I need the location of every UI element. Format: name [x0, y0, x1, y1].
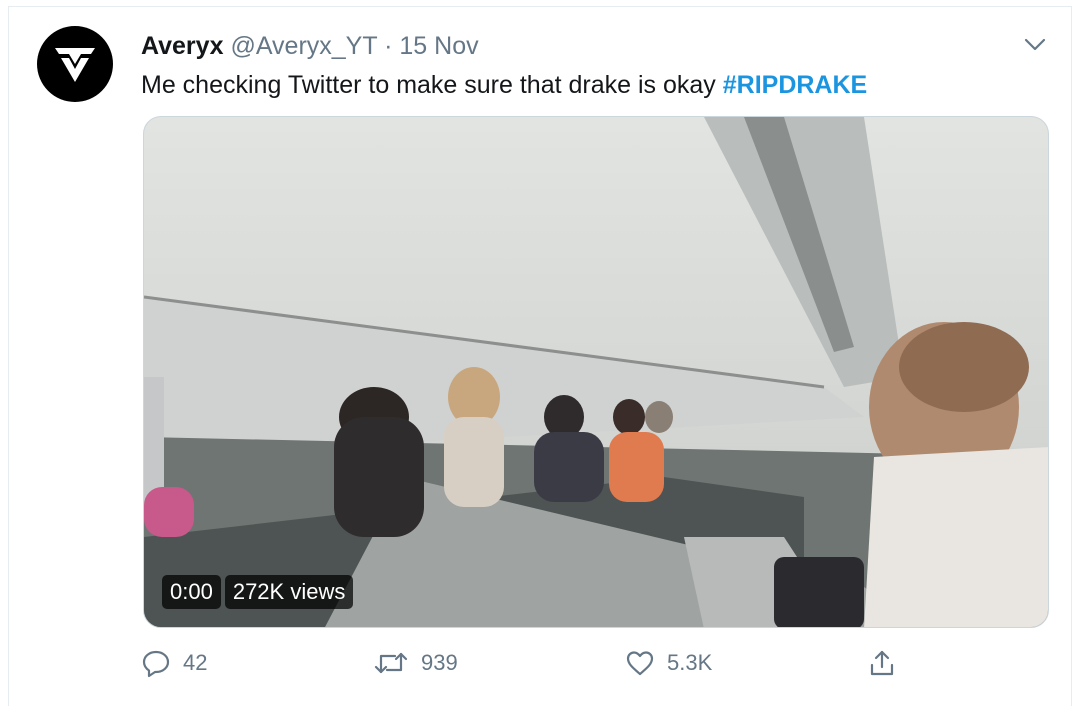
- avatar[interactable]: [37, 26, 113, 102]
- tweet-card[interactable]: Averyx @Averyx_YT · 15 Nov Me checking T…: [8, 6, 1072, 706]
- video-player[interactable]: 0:00 272K views: [143, 116, 1049, 628]
- tweet-text: Me checking Twitter to make sure that dr…: [141, 69, 867, 101]
- retweet-button[interactable]: 939: [373, 648, 458, 678]
- video-overlay: 0:00 272K views: [162, 575, 354, 609]
- averyx-logo-icon: [55, 48, 95, 82]
- share-icon: [870, 650, 894, 676]
- author-handle[interactable]: @Averyx_YT: [230, 32, 377, 60]
- reply-button[interactable]: 42: [141, 648, 207, 678]
- tweet-menu-button[interactable]: [1021, 31, 1049, 59]
- retweet-icon: [374, 652, 408, 674]
- chevron-down-icon: [1024, 38, 1046, 51]
- like-count: 5.3K: [667, 650, 713, 675]
- author-name[interactable]: Averyx: [141, 32, 223, 60]
- tweet-body: Me checking Twitter to make sure that dr…: [141, 71, 716, 99]
- reply-icon: [142, 650, 170, 678]
- separator-dot: ·: [384, 32, 393, 60]
- video-time: 0:00: [162, 575, 221, 609]
- tweet-actions: 42 939 5.3K: [141, 648, 901, 682]
- like-button[interactable]: 5.3K: [625, 648, 712, 678]
- heart-icon: [626, 651, 654, 676]
- share-button[interactable]: [867, 648, 897, 678]
- video-frame: [144, 117, 1048, 627]
- tweet-header: Averyx @Averyx_YT · 15 Nov: [141, 31, 479, 61]
- reply-count: 42: [183, 650, 208, 675]
- hashtag-link[interactable]: #RIPDRAKE: [723, 71, 867, 99]
- tweet-date[interactable]: 15 Nov: [399, 32, 478, 60]
- retweet-count: 939: [421, 650, 458, 675]
- video-views: 272K views: [224, 575, 354, 609]
